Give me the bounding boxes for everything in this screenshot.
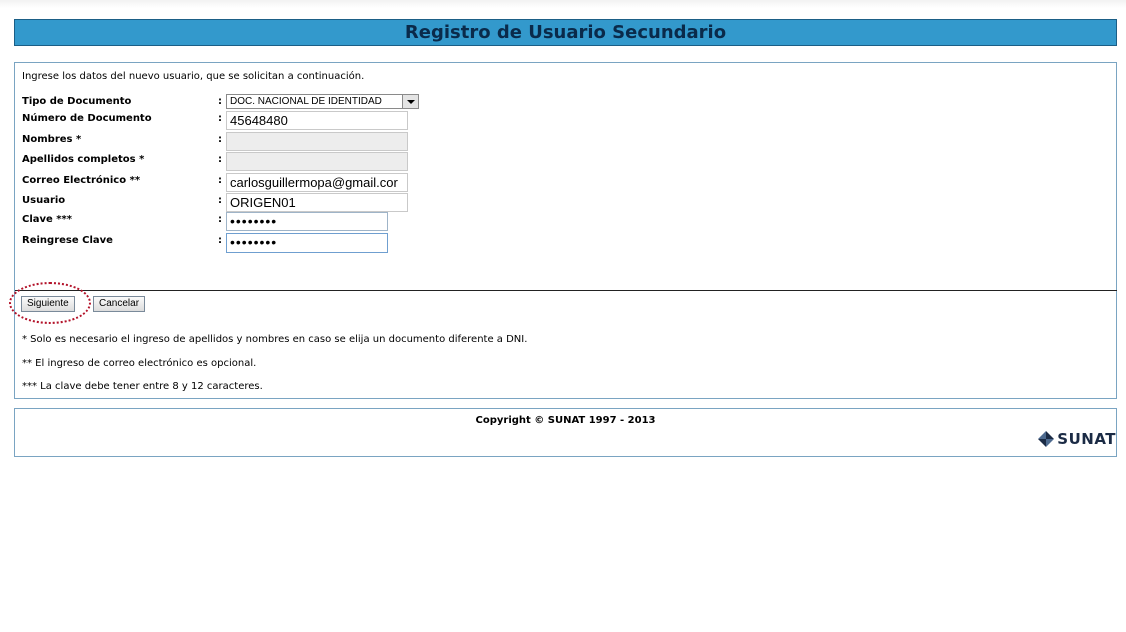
- footer: Copyright © SUNAT 1997 - 2013 SUNAT: [14, 408, 1117, 457]
- siguiente-button[interactable]: Siguiente: [21, 296, 75, 312]
- row-reingrese-clave: Reingrese Clave : ••••••••: [22, 233, 722, 253]
- nombres-field: [226, 132, 408, 151]
- colon: :: [218, 235, 222, 246]
- correo-label: Correo Electrónico **: [22, 175, 141, 186]
- row-nombres: Nombres * :: [22, 132, 722, 151]
- colon: :: [218, 195, 222, 206]
- row-usuario: Usuario : ORIGEN01: [22, 193, 722, 212]
- tipo-documento-label: Tipo de Documento: [22, 96, 132, 107]
- clave-label: Clave ***: [22, 214, 72, 225]
- reingrese-clave-label: Reingrese Clave: [22, 235, 113, 246]
- note-clave: *** La clave debe tener entre 8 y 12 car…: [22, 381, 263, 392]
- copyright-text: Copyright © SUNAT 1997 - 2013: [475, 415, 656, 426]
- row-clave: Clave *** : ••••••••: [22, 212, 722, 231]
- numero-documento-label: Número de Documento: [22, 113, 152, 124]
- registration-form-panel: Ingrese los datos del nuevo usuario, que…: [9, 62, 1117, 399]
- sunat-logo-text: SUNAT: [1057, 430, 1116, 448]
- note-correo: ** El ingreso de correo electrónico es o…: [22, 358, 257, 369]
- page-title: Registro de Usuario Secundario: [14, 19, 1117, 46]
- numero-documento-field[interactable]: 45648480: [226, 111, 408, 130]
- top-shadow: [0, 0, 1126, 8]
- sunat-logo: SUNAT: [1037, 430, 1116, 448]
- chevron-down-icon: [406, 99, 415, 104]
- colon: :: [218, 214, 222, 225]
- email-field[interactable]: carlosguillermopa@gmail.cor: [226, 173, 408, 192]
- row-correo: Correo Electrónico ** : carlosguillermop…: [22, 173, 722, 192]
- usuario-label: Usuario: [22, 195, 66, 206]
- row-numero-documento: Número de Documento : 45648480: [22, 111, 722, 130]
- confirm-password-field[interactable]: ••••••••: [226, 233, 388, 253]
- dropdown-arrow-button[interactable]: [402, 95, 418, 108]
- apellidos-label: Apellidos completos *: [22, 154, 145, 165]
- colon: :: [218, 154, 222, 165]
- note-apellidos: * Solo es necesario el ingreso de apelli…: [22, 334, 528, 345]
- colon: :: [218, 96, 222, 107]
- password-field[interactable]: ••••••••: [226, 212, 388, 231]
- sunat-logo-icon: [1038, 431, 1055, 447]
- divider: [15, 290, 1117, 291]
- tipo-documento-value: DOC. NACIONAL DE IDENTIDAD: [230, 96, 382, 107]
- colon: :: [218, 134, 222, 145]
- tipo-documento-select[interactable]: DOC. NACIONAL DE IDENTIDAD: [226, 94, 419, 109]
- row-tipo-documento: Tipo de Documento : DOC. NACIONAL DE IDE…: [22, 94, 722, 112]
- nombres-label: Nombres *: [22, 134, 82, 145]
- row-apellidos: Apellidos completos * :: [22, 152, 722, 171]
- cancelar-button[interactable]: Cancelar: [93, 296, 146, 312]
- apellidos-field: [226, 152, 408, 171]
- colon: :: [218, 175, 222, 186]
- intro-text: Ingrese los datos del nuevo usuario, que…: [22, 71, 365, 82]
- colon: :: [218, 113, 222, 124]
- usuario-field[interactable]: ORIGEN01: [226, 193, 408, 212]
